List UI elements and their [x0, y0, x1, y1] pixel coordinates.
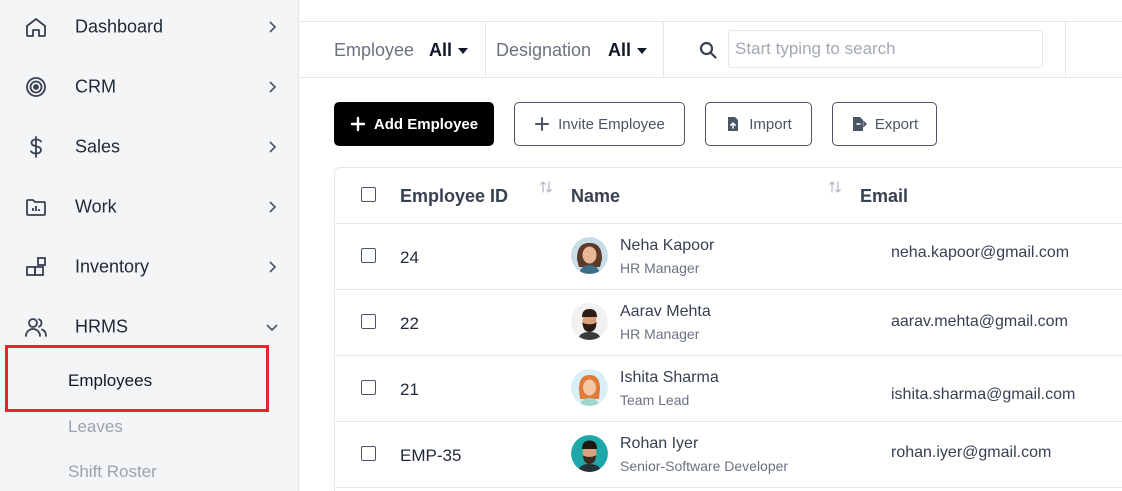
sidebar-item-label: Inventory [75, 256, 150, 277]
sidebar-item-inventory[interactable]: Inventory [0, 237, 298, 297]
designation-filter-dropdown[interactable]: All [608, 40, 648, 61]
chevron-down-icon [264, 319, 280, 335]
target-icon [24, 75, 48, 99]
sidebar-item-label: CRM [75, 76, 116, 97]
sidebar-item-label: Dashboard [75, 16, 164, 37]
employee-email: ishita.sharma@gmail.com [891, 386, 1076, 403]
employee-name[interactable]: Ishita Sharma [620, 369, 719, 387]
avatar [571, 237, 608, 274]
employee-name[interactable]: Aarav Mehta [620, 303, 711, 321]
employee-id: 22 [400, 314, 419, 333]
employee-id: EMP-35 [400, 446, 462, 465]
sidebar: Dashboard CRM Sales Work Inventory HRMS … [0, 0, 299, 491]
export-button[interactable]: Export [832, 102, 937, 146]
avatar [571, 303, 608, 340]
caret-down-icon [637, 47, 648, 54]
add-employee-label: Add Employee [373, 115, 479, 133]
import-button[interactable]: Import [705, 102, 812, 146]
employee-email: rohan.iyer@gmail.com [891, 444, 1052, 461]
employee-table: Employee ID Name Email 24 Neha Kapoor HR… [334, 167, 1122, 491]
chevron-right-icon [264, 259, 280, 275]
search-input[interactable] [728, 30, 1043, 68]
employee-role: Senior-Software Developer [620, 458, 789, 474]
table-row[interactable]: 21 Ishita Sharma Team Lead ishita.sharma… [335, 356, 1122, 422]
divider [485, 22, 486, 78]
sort-icon[interactable] [828, 180, 842, 194]
add-employee-button[interactable]: Add Employee [334, 102, 494, 146]
divider [1065, 22, 1066, 78]
employee-id: 24 [400, 248, 419, 267]
employee-filter-label: Employee [334, 40, 415, 60]
column-header-email[interactable]: Email [860, 186, 908, 207]
caret-down-icon [458, 47, 469, 54]
chevron-right-icon [264, 199, 280, 215]
table-row[interactable]: 24 Neha Kapoor HR Manager neha.kapoor@gm… [335, 224, 1122, 290]
sidebar-item-sales[interactable]: Sales [0, 117, 298, 177]
sidebar-item-hrms[interactable]: HRMS [0, 297, 298, 357]
home-icon [24, 15, 48, 39]
search-icon [699, 41, 717, 59]
invite-employee-button[interactable]: Invite Employee [514, 102, 685, 146]
sidebar-item-dashboard[interactable]: Dashboard [0, 0, 298, 57]
grid-icon [24, 255, 48, 279]
column-header-name[interactable]: Name [571, 186, 620, 207]
employee-filter-value: All [429, 40, 453, 60]
select-all-checkbox[interactable] [361, 187, 376, 202]
avatar [571, 369, 608, 406]
employee-role: HR Manager [620, 260, 700, 276]
avatar [571, 435, 608, 472]
employee-email: neha.kapoor@gmail.com [891, 244, 1070, 261]
sidebar-item-work[interactable]: Work [0, 177, 298, 237]
table-row[interactable]: EMP-35 Rohan Iyer Senior-Software Develo… [335, 422, 1122, 488]
sidebar-subitem-leaves[interactable]: Leaves [68, 417, 123, 437]
row-checkbox[interactable] [361, 380, 376, 395]
sidebar-item-label: Sales [75, 136, 121, 157]
filter-bar: Employee All Designation All [299, 22, 1122, 78]
employee-role: Team Lead [620, 392, 690, 408]
divider [663, 22, 664, 78]
import-label: Import [749, 115, 792, 133]
plus-icon [534, 116, 550, 132]
row-checkbox[interactable] [361, 314, 376, 329]
sidebar-subitem-shift-roster[interactable]: Shift Roster [68, 462, 157, 482]
designation-filter-value: All [608, 40, 632, 60]
header-strip [299, 0, 1122, 22]
sort-icon[interactable] [539, 180, 553, 194]
row-checkbox[interactable] [361, 248, 376, 263]
file-import-icon [725, 116, 741, 132]
employee-id: 21 [400, 380, 419, 399]
dollar-icon [24, 135, 48, 159]
chevron-right-icon [264, 79, 280, 95]
table-row[interactable]: 22 Aarav Mehta HR Manager aarav.mehta@gm… [335, 290, 1122, 356]
invite-employee-label: Invite Employee [558, 115, 665, 133]
row-checkbox[interactable] [361, 446, 376, 461]
designation-filter-label: Designation [496, 40, 592, 60]
sidebar-item-label: Work [75, 196, 117, 217]
sidebar-subitem-employees[interactable]: Employees [68, 371, 152, 391]
users-icon [24, 315, 48, 339]
employee-role: HR Manager [620, 326, 700, 342]
employee-name[interactable]: Rohan Iyer [620, 435, 698, 453]
folder-icon [24, 195, 48, 219]
sidebar-item-label: HRMS [75, 316, 128, 337]
chevron-right-icon [264, 139, 280, 155]
sidebar-item-crm[interactable]: CRM [0, 57, 298, 117]
column-header-employee-id[interactable]: Employee ID [400, 186, 508, 207]
plus-icon [350, 116, 366, 132]
table-header: Employee ID Name Email [335, 168, 1122, 224]
employee-name[interactable]: Neha Kapoor [620, 237, 714, 255]
chevron-right-icon [264, 19, 280, 35]
employee-email: aarav.mehta@gmail.com [891, 313, 1068, 330]
export-label: Export [874, 115, 919, 133]
employee-filter-dropdown[interactable]: All [429, 40, 469, 61]
file-export-icon [851, 116, 867, 132]
